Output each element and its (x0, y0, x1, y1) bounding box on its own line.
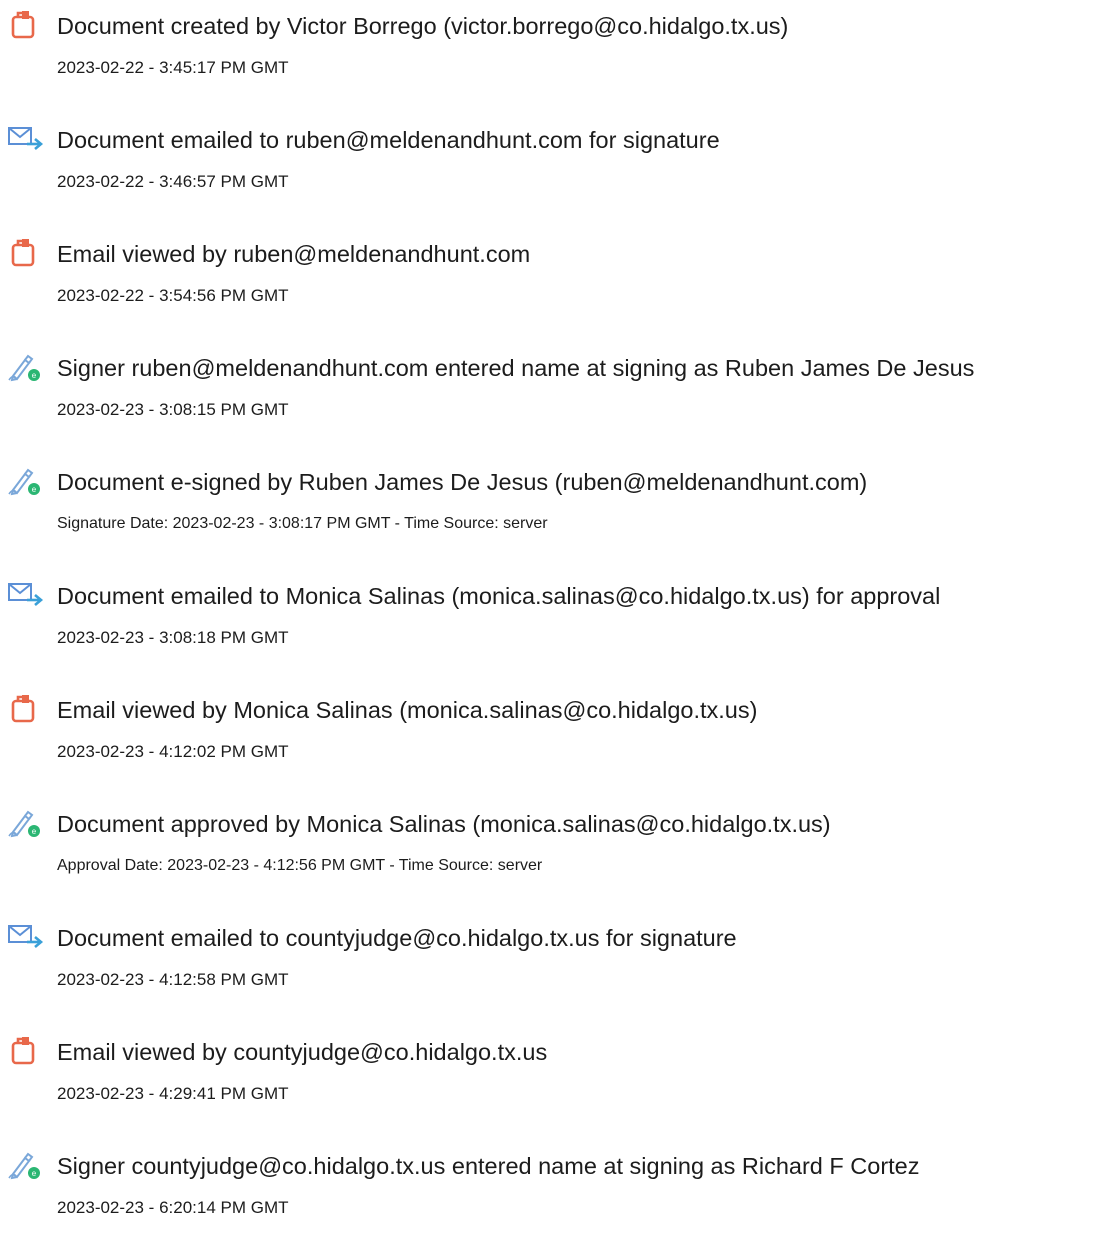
svg-text:e: e (32, 485, 37, 494)
event-title: Document created by Victor Borrego (vict… (57, 13, 789, 39)
audit-event: Email viewed by Monica Salinas (monica.s… (0, 684, 1098, 784)
event-title: Document emailed to ruben@meldenandhunt.… (57, 127, 720, 153)
event-title: Email viewed by Monica Salinas (monica.s… (57, 697, 758, 723)
audit-event: Document emailed to Monica Salinas (moni… (0, 570, 1098, 670)
event-timestamp: 2023-02-23 - 6:20:14 PM GMT (57, 1198, 289, 1217)
event-title: Document emailed to countyjudge@co.hidal… (57, 925, 737, 951)
event-timestamp: 2023-02-23 - 4:12:58 PM GMT (57, 970, 289, 989)
pen-signature-icon: e (7, 466, 47, 496)
event-timestamp: 2023-02-23 - 3:08:18 PM GMT (57, 628, 289, 647)
audit-event: e Signer countyjudge@co.hidalgo.tx.us en… (0, 1140, 1098, 1240)
event-timestamp: 2023-02-22 - 3:45:17 PM GMT (57, 58, 289, 77)
event-timestamp: Approval Date: 2023-02-23 - 4:12:56 PM G… (57, 857, 543, 874)
audit-event: Document created by Victor Borrego (vict… (0, 0, 1098, 100)
pen-signature-icon: e (7, 1150, 47, 1180)
event-title: Signer ruben@meldenandhunt.com entered n… (57, 355, 975, 381)
svg-text:e: e (32, 1169, 37, 1178)
email-sent-icon (7, 922, 47, 952)
audit-event: Email viewed by countyjudge@co.hidalgo.t… (0, 1026, 1098, 1126)
document-viewed-icon (7, 694, 47, 724)
event-title: Document emailed to Monica Salinas (moni… (57, 583, 941, 609)
event-title: Document e-signed by Ruben James De Jesu… (57, 469, 868, 495)
document-viewed-icon (7, 1036, 47, 1066)
event-title: Email viewed by ruben@meldenandhunt.com (57, 241, 531, 267)
audit-event: e Signer ruben@meldenandhunt.com entered… (0, 342, 1098, 442)
audit-event: e Document approved by Monica Salinas (m… (0, 798, 1098, 898)
event-title: Document approved by Monica Salinas (mon… (57, 811, 831, 837)
event-timestamp: 2023-02-23 - 3:08:15 PM GMT (57, 400, 289, 419)
pen-signature-icon: e (7, 352, 47, 382)
email-sent-icon (7, 580, 47, 610)
audit-event: Document emailed to ruben@meldenandhunt.… (0, 114, 1098, 214)
audit-event: Document emailed to countyjudge@co.hidal… (0, 912, 1098, 1012)
audit-event: Email viewed by ruben@meldenandhunt.com … (0, 228, 1098, 328)
document-viewed-icon (7, 238, 47, 268)
pen-signature-icon: e (7, 808, 47, 838)
event-timestamp: 2023-02-22 - 3:46:57 PM GMT (57, 172, 289, 191)
document-created-icon (7, 10, 47, 40)
event-timestamp: Signature Date: 2023-02-23 - 3:08:17 PM … (57, 515, 548, 532)
svg-text:e: e (32, 827, 37, 836)
event-title: Signer countyjudge@co.hidalgo.tx.us ente… (57, 1153, 920, 1179)
audit-event: e Document e-signed by Ruben James De Je… (0, 456, 1098, 556)
event-title: Email viewed by countyjudge@co.hidalgo.t… (57, 1039, 548, 1065)
svg-text:e: e (32, 371, 37, 380)
event-timestamp: 2023-02-23 - 4:29:41 PM GMT (57, 1084, 289, 1103)
event-timestamp: 2023-02-23 - 4:12:02 PM GMT (57, 742, 289, 761)
event-timestamp: 2023-02-22 - 3:54:56 PM GMT (57, 286, 289, 305)
email-sent-icon (7, 124, 47, 154)
